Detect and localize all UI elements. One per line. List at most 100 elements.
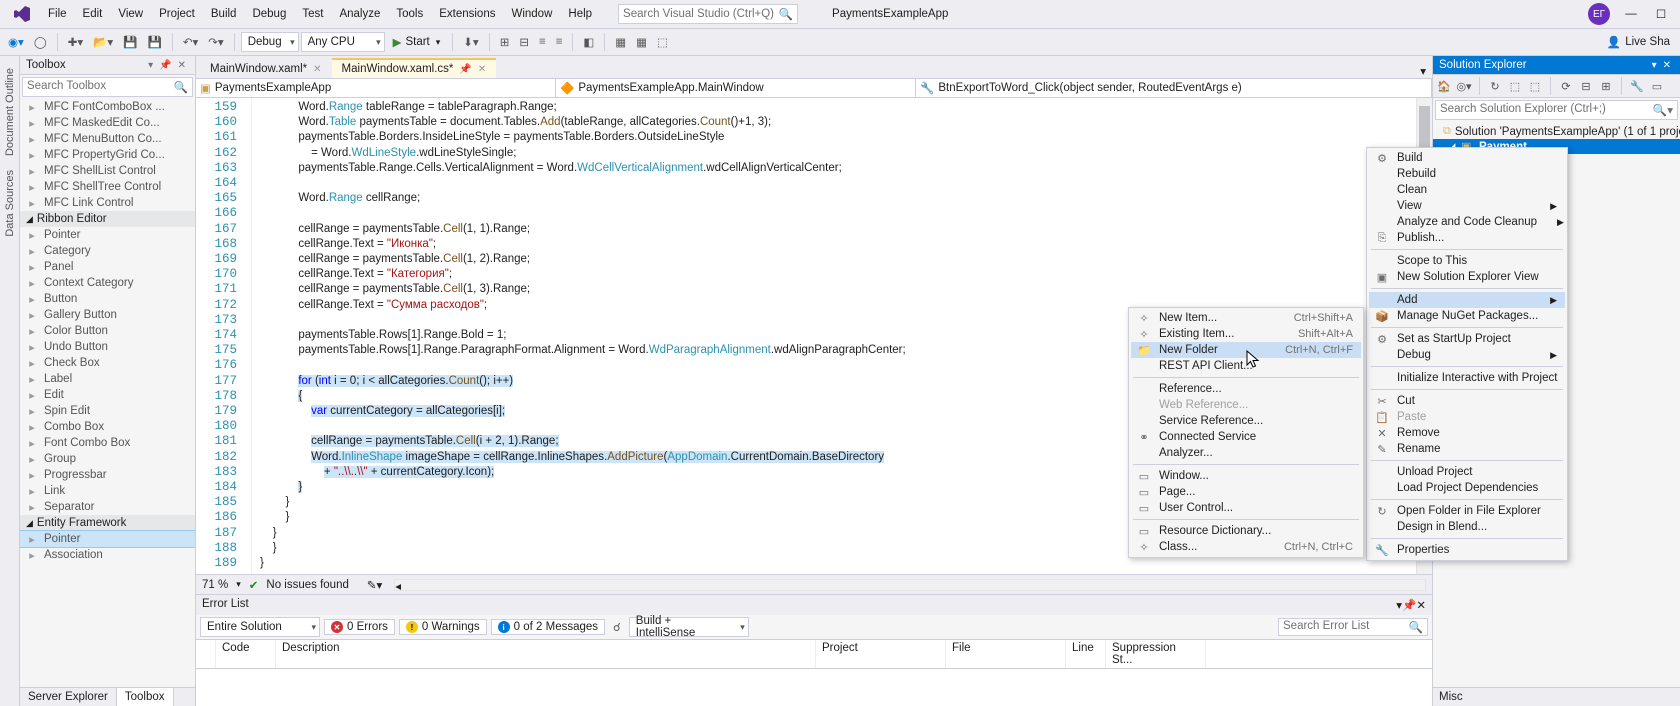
el-column[interactable] [196,640,216,668]
tb-icon-5[interactable]: ▦ [611,33,630,51]
toolbox-item[interactable]: ▸Spin Edit [20,403,195,419]
scope-dropdown[interactable]: Entire Solution [200,617,320,637]
ctx-new-item-[interactable]: ✧New Item...Ctrl+Shift+A [1131,310,1361,326]
menu-debug[interactable]: Debug [244,4,294,24]
ctx-set-as-startup-project[interactable]: ⚙Set as StartUp Project [1369,331,1565,347]
open-button[interactable]: 📂▾ [89,33,117,51]
pin-icon[interactable]: 📌 [156,60,174,71]
sync-icon[interactable]: ↻ [1486,77,1504,95]
tab-toolbox[interactable]: Toolbox [117,688,174,706]
add-submenu[interactable]: ✧New Item...Ctrl+Shift+A✧Existing Item..… [1128,307,1364,558]
collapse-icon[interactable]: ⊟ [1577,77,1595,95]
toolbox-item[interactable]: ▸MFC FontComboBox ... [20,99,195,115]
menu-analyze[interactable]: Analyze [331,4,388,24]
rail-data-sources[interactable]: Data Sources [2,164,18,243]
toolbox-search-input[interactable]: Search Toolbox 🔍 [22,77,193,97]
ctx-unload-project[interactable]: Unload Project [1369,464,1565,480]
ctx-load-project-dependencies[interactable]: Load Project Dependencies [1369,480,1565,496]
bookmark-icon[interactable]: ◧ [579,33,598,51]
ctx-clean[interactable]: Clean [1369,182,1565,198]
toolbox-item[interactable]: ▸MFC Link Control [20,195,195,211]
messages-filter[interactable]: i0 of 2 Messages [491,619,605,635]
tb-b[interactable]: ⬚ [1506,77,1524,95]
dropdown-icon[interactable]: ▾ [1649,60,1660,71]
toolbox-item[interactable]: ▸Pointer [20,227,195,243]
horizontal-scrollbar[interactable]: ◂ [394,579,1426,591]
tb-icon-1[interactable]: ⊞ [496,33,514,51]
menu-extensions[interactable]: Extensions [431,4,503,24]
toolbox-item[interactable]: ▸Context Category [20,275,195,291]
ctx-rest-api-client-[interactable]: REST API Client... [1131,358,1361,374]
menu-project[interactable]: Project [151,4,203,24]
tb-icon-6[interactable]: ▦ [632,33,651,51]
close-icon[interactable]: ✕ [478,64,486,75]
cleanup-icon[interactable]: ✎▾ [367,578,382,592]
ctx-remove[interactable]: ✕Remove [1369,425,1565,441]
toolbox-item[interactable]: ▸Edit [20,387,195,403]
nav-class[interactable]: 🔶PaymentsExampleApp.MainWindow [556,79,916,97]
undo-button[interactable]: ↶▾ [179,33,202,51]
ctx-connected-service[interactable]: ⚭Connected Service [1131,429,1361,445]
ctx-publish-[interactable]: ⎘Publish... [1369,230,1565,246]
toolbox-item[interactable]: ▸Check Box [20,355,195,371]
toolbox-item[interactable]: ▸Button [20,291,195,307]
menu-window[interactable]: Window [503,4,560,24]
toolbox-item[interactable]: ▸Label [20,371,195,387]
ctx-add[interactable]: Add▶ [1369,292,1565,308]
minimize-button[interactable]: ― [1616,4,1646,24]
properties-icon[interactable]: 🔧 [1628,77,1646,95]
tb-icon-3[interactable]: ≡ [535,34,550,50]
refresh-icon[interactable]: ⟳ [1557,77,1575,95]
close-icon[interactable]: ✕ [313,64,321,75]
tb-icon-2[interactable]: ⊟ [515,33,533,51]
step-button[interactable]: ⬇▾ [459,33,482,51]
pin-icon[interactable]: 📌 [1402,598,1416,612]
start-debug-button[interactable]: ▶Start▾ [387,33,447,51]
tb-icon-4[interactable]: ≡ [552,34,567,50]
toolbox-group[interactable]: ◢Ribbon Editor [20,211,195,227]
errorlist-search-input[interactable]: Search Error List🔍 [1278,618,1428,636]
ctx-scope-to-this[interactable]: Scope to This [1369,253,1565,269]
menu-view[interactable]: View [110,4,151,24]
dropdown-icon[interactable]: ▾ [145,60,156,71]
tab-server-explorer[interactable]: Server Explorer [20,688,117,706]
doc-tab[interactable]: MainWindow.xaml.cs*📌✕ [332,58,497,78]
ctx-new-folder[interactable]: 📁New FolderCtrl+N, Ctrl+F [1131,342,1361,358]
ctx-resource-dictionary-[interactable]: ▭Resource Dictionary... [1131,523,1361,539]
ctx-properties[interactable]: 🔧Properties [1369,542,1565,558]
close-icon[interactable]: ✕ [175,60,189,71]
toolbox-item[interactable]: ▸Panel [20,259,195,275]
toolbox-item[interactable]: ▸MFC PropertyGrid Co... [20,147,195,163]
toolbox-item[interactable]: ▸MFC ShellTree Control [20,179,195,195]
toolbox-item[interactable]: ▸Group [20,451,195,467]
ctx-class-[interactable]: ✧Class...Ctrl+N, Ctrl+C [1131,539,1361,555]
ctx-view[interactable]: View▶ [1369,198,1565,214]
warnings-filter[interactable]: !0 Warnings [399,619,487,635]
platform-dropdown[interactable]: Any CPU [301,32,385,52]
el-column[interactable]: File [946,640,1066,668]
tb-icon-7[interactable]: ⬚ [653,33,672,51]
close-icon[interactable]: ✕ [1660,60,1674,71]
ctx-new-solution-explorer-view[interactable]: ▣New Solution Explorer View [1369,269,1565,285]
menu-help[interactable]: Help [560,4,600,24]
ctx-rebuild[interactable]: Rebuild [1369,166,1565,182]
doc-tab[interactable]: MainWindow.xaml*✕ [200,60,332,78]
ctx-reference-[interactable]: Reference... [1131,381,1361,397]
forward-button[interactable]: ◯ [30,33,51,51]
config-dropdown[interactable]: Debug [241,32,299,52]
toolbox-item[interactable]: ▸Category [20,243,195,259]
ctx-existing-item-[interactable]: ✧Existing Item...Shift+Alt+A [1131,326,1361,342]
ctx-initialize-interactive-with-project[interactable]: Initialize Interactive with Project [1369,370,1565,386]
new-project-button[interactable]: ✚▾ [64,33,87,51]
toolbox-item[interactable]: ▸Gallery Button [20,307,195,323]
toolbox-group[interactable]: ◢Entity Framework [20,515,195,531]
el-column[interactable]: Suppression St... [1106,640,1206,668]
show-all-icon[interactable]: ⊞ [1597,77,1615,95]
toolbox-item[interactable]: ▸Combo Box [20,419,195,435]
tb-a[interactable]: ◎▾ [1455,77,1473,95]
ctx-user-control-[interactable]: ▭User Control... [1131,500,1361,516]
nav-member[interactable]: 🔧BtnExportToWord_Click(object sender, Ro… [916,79,1432,97]
save-button[interactable]: 💾 [119,33,141,51]
maximize-button[interactable]: ☐ [1646,3,1676,25]
menu-edit[interactable]: Edit [75,4,111,24]
